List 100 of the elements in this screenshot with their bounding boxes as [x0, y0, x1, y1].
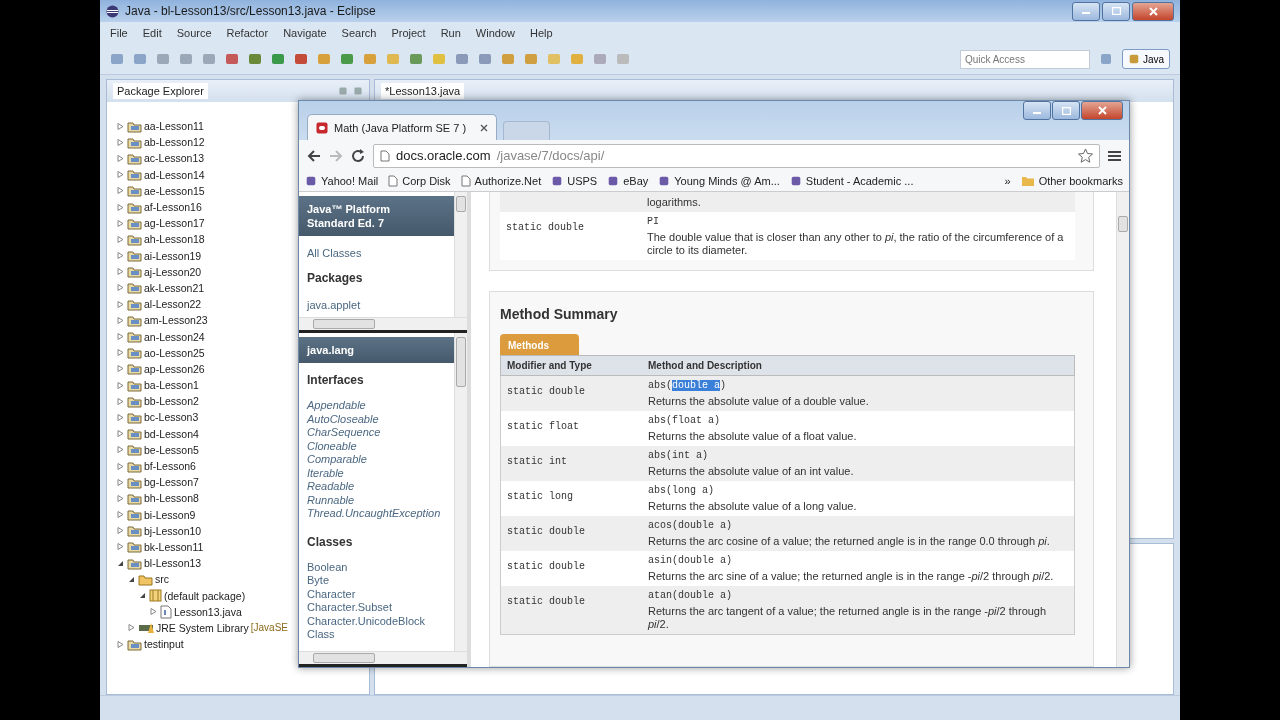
collapsed-arrow-icon[interactable] [116, 511, 124, 519]
method-signature-link[interactable]: acos(double a) [648, 520, 1068, 531]
forward-arrow-icon[interactable] [329, 148, 343, 163]
class-link[interactable]: Character.Subset [299, 601, 454, 615]
collapsed-arrow-icon[interactable] [116, 284, 124, 292]
collapsed-arrow-icon[interactable] [116, 640, 124, 648]
browser-tab[interactable]: Math (Java Platform SE 7 ) [307, 114, 497, 140]
collapsed-arrow-icon[interactable] [116, 365, 124, 373]
collapsed-arrow-icon[interactable] [116, 138, 124, 146]
method-signature-link[interactable]: atan(double a) [648, 590, 1068, 601]
bookmark-link[interactable]: USPS [551, 175, 598, 187]
menu-item[interactable]: Search [341, 27, 377, 39]
bookmark-link[interactable]: Authorize.Net [460, 175, 542, 187]
toolbar-icon[interactable] [317, 52, 331, 66]
toolbar-icon[interactable] [271, 52, 285, 66]
interface-link[interactable]: Iterable [299, 466, 454, 480]
class-link[interactable]: Class [299, 628, 454, 642]
toolbar-icon[interactable] [409, 52, 423, 66]
tree-item-label[interactable]: ap-Lesson26 [144, 362, 205, 375]
tree-item-label[interactable]: testinput [144, 638, 184, 651]
collapsed-arrow-icon[interactable] [116, 413, 124, 421]
toolbar-icon[interactable] [340, 52, 354, 66]
menu-icon[interactable] [1108, 149, 1121, 162]
class-link[interactable]: Character [299, 587, 454, 601]
scrollbar[interactable] [1116, 192, 1129, 667]
maximize-button[interactable] [1102, 1, 1130, 21]
collapsed-arrow-icon[interactable] [116, 187, 124, 195]
method-signature-link[interactable]: abs(float a) [648, 415, 1068, 426]
menu-item[interactable]: Navigate [283, 27, 327, 39]
editor-tab[interactable]: *Lesson13.java [381, 83, 465, 99]
collapsed-arrow-icon[interactable] [116, 316, 124, 324]
tree-item-label[interactable]: bj-Lesson10 [144, 524, 202, 537]
menu-item[interactable]: Refactor [226, 27, 269, 39]
menu-item[interactable]: Project [391, 27, 426, 39]
tree-item-label[interactable]: al-Lesson22 [144, 298, 202, 311]
menu-item[interactable]: File [110, 27, 128, 39]
interface-link[interactable]: AutoCloseable [299, 412, 454, 426]
interface-link[interactable]: CharSequence [299, 426, 454, 440]
collapsed-arrow-icon[interactable] [116, 446, 124, 454]
tree-item-label[interactable]: aj-Lesson20 [144, 265, 202, 278]
tree-item-label[interactable]: JRE System Library [156, 621, 249, 634]
collapsed-arrow-icon[interactable] [116, 122, 124, 130]
tree-item-label[interactable]: bk-Lesson11 [144, 540, 204, 553]
collapsed-arrow-icon[interactable] [116, 154, 124, 162]
interface-link[interactable]: Appendable [299, 395, 454, 413]
bookmark-link[interactable]: Student - Academic ... [789, 175, 914, 187]
other-bookmarks-link[interactable]: Other bookmarks [1020, 175, 1123, 187]
interface-link[interactable]: Thread.UncaughtException [299, 507, 454, 521]
menu-item[interactable]: Help [530, 27, 553, 39]
package-link[interactable]: java.applet [299, 292, 454, 312]
collapsed-arrow-icon[interactable] [116, 430, 124, 438]
bookmark-link[interactable]: Young Minds @ Am... [658, 175, 780, 187]
tree-item-label[interactable]: src [155, 573, 169, 586]
maximize-button[interactable] [1052, 101, 1080, 120]
tree-item-label[interactable]: ag-Lesson17 [144, 217, 205, 230]
expanded-arrow-icon[interactable] [116, 559, 124, 567]
tree-item-label[interactable]: aa-Lesson11 [144, 120, 204, 133]
toolbar-icon[interactable] [570, 52, 584, 66]
toolbar-icon[interactable] [110, 52, 124, 66]
reload-icon[interactable] [351, 148, 365, 163]
toolbar-icon[interactable] [524, 52, 538, 66]
collapsed-arrow-icon[interactable] [116, 219, 124, 227]
toolbar-icon[interactable] [202, 52, 216, 66]
tree-item-label[interactable]: (default package) [164, 589, 246, 602]
address-bar[interactable]: docs.oracle.com /javase/7/docs/api/ [373, 143, 1100, 168]
collapsed-arrow-icon[interactable] [116, 268, 124, 276]
tree-item-label[interactable]: ai-Lesson19 [144, 249, 202, 262]
tree-item-label[interactable]: bl-Lesson13 [144, 557, 202, 570]
toolbar-icon[interactable] [455, 52, 469, 66]
toolbar-icon[interactable] [363, 52, 377, 66]
collapsed-arrow-icon[interactable] [116, 478, 124, 486]
tree-item-label[interactable]: bh-Lesson8 [144, 492, 199, 505]
tree-item-label[interactable]: ab-Lesson12 [144, 136, 205, 149]
menu-item[interactable]: Edit [142, 27, 162, 39]
tree-item-label[interactable]: ad-Lesson14 [144, 168, 205, 181]
field-name[interactable]: PI [647, 216, 1069, 227]
tree-item-label[interactable]: bf-Lesson6 [144, 460, 196, 473]
method-signature-link[interactable]: abs(int a) [648, 450, 1068, 461]
collapsed-arrow-icon[interactable] [116, 171, 124, 179]
toolbar-icon[interactable] [593, 52, 607, 66]
collapsed-arrow-icon[interactable] [116, 349, 124, 357]
tree-item-label[interactable]: bc-Lesson3 [144, 411, 199, 424]
collapsed-arrow-icon[interactable] [116, 203, 124, 211]
tree-item-label[interactable]: ah-Lesson18 [144, 233, 205, 246]
more-bookmarks-button[interactable]: » [1004, 175, 1011, 187]
class-link[interactable]: Boolean [299, 556, 454, 574]
tree-item-label[interactable]: ao-Lesson25 [144, 346, 205, 359]
bookmark-star-icon[interactable] [1078, 148, 1093, 163]
tree-item-label[interactable]: af-Lesson16 [144, 201, 202, 214]
collapsed-arrow-icon[interactable] [116, 462, 124, 470]
close-button[interactable] [1132, 1, 1174, 21]
quick-access-field[interactable]: Quick Access [959, 49, 1090, 69]
toolbar-icon[interactable] [179, 52, 193, 66]
method-signature-link[interactable]: abs(long a) [648, 485, 1068, 496]
interface-link[interactable]: Readable [299, 480, 454, 494]
toolbar-icon[interactable] [156, 52, 170, 66]
toolbar-icon[interactable] [225, 52, 239, 66]
all-classes-link[interactable]: All Classes [299, 246, 454, 261]
java-perspective-button[interactable]: Java [1121, 49, 1170, 69]
tree-item-label[interactable]: an-Lesson24 [144, 330, 205, 343]
